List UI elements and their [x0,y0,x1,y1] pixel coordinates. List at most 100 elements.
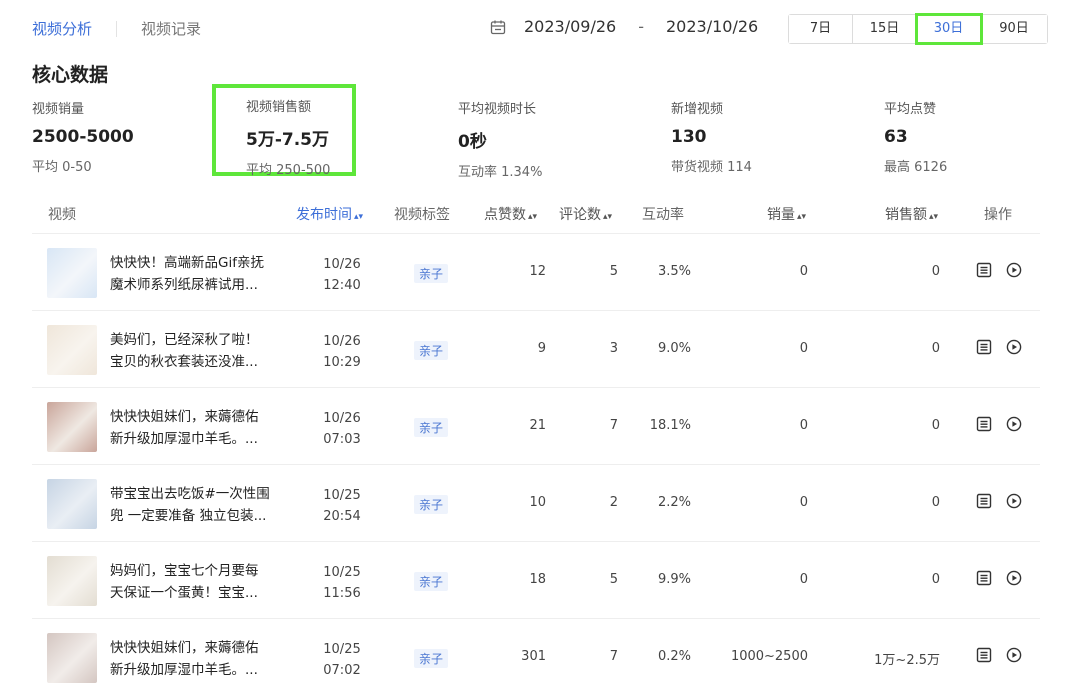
video-title[interactable]: 快快快！高端新品Gif亲抚 魔术师系列纸尿裤试用... [110,252,295,296]
engagement-rate: 3.5% [657,264,691,279]
video-thumbnail[interactable] [47,479,97,529]
col-publish-time-label: 发布时间 [296,207,352,223]
revenue-value: 0 [931,572,940,587]
video-thumbnail[interactable] [47,248,97,298]
video-thumbnail[interactable] [47,402,97,452]
publish-time: 10/25 11:56 [322,562,362,604]
table-row[interactable]: 快快快姐妹们，来薅德佑 新升级加厚湿巾羊毛。... 10/26 07:03 亲子… [32,388,1040,465]
engagement-rate: 0.2% [657,649,691,664]
publish-date: 10/26 [323,334,361,349]
table-row[interactable]: 妈妈们，宝宝七个月要每 天保证一个蛋黄！宝宝... 10/25 11:56 亲子… [32,542,1040,619]
table-row[interactable]: 快快快！高端新品Gif亲抚 魔术师系列纸尿裤试用... 10/26 12:40 … [32,234,1040,311]
range-90d-button[interactable]: 90日 [981,15,1047,43]
sales-value: 1000~2500 [730,649,808,664]
publish-date: 10/25 [323,565,361,580]
top-tabs: 视频分析 视频记录 [32,18,201,39]
metric-label: 视频销售额 [246,100,312,115]
publish-clock: 10:29 [323,355,361,370]
video-title-line1: 快快快！高端新品Gif亲抚 [110,255,264,271]
revenue-value: 0 [931,495,940,510]
range-30d-button[interactable]: 30日 [915,13,983,45]
video-title[interactable]: 妈妈们，宝宝七个月要每 天保证一个蛋黄！宝宝... [110,560,295,604]
range-7d-button[interactable]: 7日 [789,15,853,43]
col-likes[interactable]: 点赞数 ▴▾ [484,204,537,224]
end-date[interactable]: 2023/10/26 [666,17,758,36]
col-publish-time[interactable]: 发布时间 ▴▾ [296,204,363,224]
detail-icon[interactable] [976,416,992,432]
tab-video-records[interactable]: 视频记录 [141,18,201,39]
comments-count: 3 [609,341,618,356]
table-row[interactable]: 美妈们，已经深秋了啦！ 宝贝的秋衣套装还没准... 10/26 10:29 亲子… [32,311,1040,388]
video-thumbnail[interactable] [47,556,97,606]
tab-video-analysis[interactable]: 视频分析 [32,18,92,39]
video-title[interactable]: 快快快姐妹们，来薅德佑 新升级加厚湿巾羊毛。... [110,406,295,450]
video-title-line1: 妈妈们，宝宝七个月要每 [110,563,259,579]
play-icon[interactable] [1006,647,1022,663]
video-title-line2: 魔术师系列纸尿裤试用... [110,277,258,293]
metric-sub: 最高 6126 [884,160,948,175]
video-thumbnail[interactable] [47,633,97,683]
play-icon[interactable] [1006,262,1022,278]
col-revenue-label: 销售额 [885,207,927,223]
detail-icon[interactable] [976,339,992,355]
col-revenue[interactable]: 销售额 ▴▾ [885,204,938,224]
metric-video-sales: 视频销量 2500-5000 平均 0-50 [32,98,134,175]
video-tag: 亲子 [414,264,449,283]
play-icon[interactable] [1006,339,1022,355]
sales-value: 0 [799,341,808,356]
play-icon[interactable] [1006,416,1022,432]
metric-value: 2500-5000 [32,127,134,147]
col-tag: 视频标签 [394,207,450,223]
detail-icon[interactable] [976,570,992,586]
range-15d-button[interactable]: 15日 [853,15,917,43]
sales-value: 0 [799,495,808,510]
row-actions [976,262,1022,278]
engagement-rate: 18.1% [649,418,691,433]
video-title-line2: 天保证一个蛋黄！宝宝... [110,585,258,601]
row-actions [976,339,1022,355]
col-comments[interactable]: 评论数 ▴▾ [559,204,612,224]
col-sales[interactable]: 销量 ▴▾ [767,204,806,224]
video-thumbnail[interactable] [47,325,97,375]
metric-video-revenue: 视频销售额 5万-7.5万 平均 250-500 [212,84,357,178]
table-row[interactable]: 快快快姐妹们，来薅德佑 新升级加厚湿巾羊毛。... 10/25 07:02 亲子… [32,619,1040,694]
col-comments-label: 评论数 [559,207,601,223]
row-actions [976,416,1022,432]
detail-icon[interactable] [976,493,992,509]
metric-new-videos: 新增视频 130 带货视频 114 [671,98,752,175]
video-title-line1: 快快快姐妹们，来薅德佑 [110,409,259,425]
video-title[interactable]: 带宝宝出去吃饭#一次性围 兜 一定要准备 独立包装... [110,483,295,527]
publish-date: 10/26 [323,257,361,272]
play-icon[interactable] [1006,493,1022,509]
metric-value: 5万-7.5万 [246,130,329,150]
table-row[interactable]: 带宝宝出去吃饭#一次性围 兜 一定要准备 独立包装... 10/25 20:54… [32,465,1040,542]
detail-icon[interactable] [976,647,992,663]
video-tag: 亲子 [414,341,449,360]
col-actions: 操作 [984,207,1012,223]
sort-icon: ▴▾ [603,212,613,222]
video-title-line1: 带宝宝出去吃饭#一次性围 [110,486,270,502]
video-title-line1: 美妈们，已经深秋了啦！ [110,332,259,348]
likes-count: 10 [529,495,546,510]
metric-avg-likes: 平均点赞 63 最高 6126 [884,98,947,175]
metric-label: 平均点赞 [884,102,937,117]
start-date[interactable]: 2023/09/26 [524,17,616,36]
video-title-line1: 快快快姐妹们，来薅德佑 [110,640,259,656]
revenue-value: 1万~2.5万 [874,653,940,668]
metric-label: 新增视频 [671,102,724,117]
video-title[interactable]: 美妈们，已经深秋了啦！ 宝贝的秋衣套装还没准... [110,329,295,373]
col-likes-label: 点赞数 [484,207,526,223]
play-icon[interactable] [1006,570,1022,586]
publish-date: 10/25 [323,642,361,657]
date-range-picker[interactable]: 2023/09/26 - 2023/10/26 [490,17,758,36]
engagement-rate: 2.2% [657,495,691,510]
metric-value: 0秒 [458,132,487,152]
metric-label: 平均视频时长 [458,102,537,117]
likes-count: 9 [537,341,546,356]
detail-icon[interactable] [976,262,992,278]
publish-clock: 12:40 [323,278,361,293]
row-actions [976,647,1022,663]
publish-date: 10/25 [323,488,361,503]
sales-value: 0 [799,264,808,279]
video-title[interactable]: 快快快姐妹们，来薅德佑 新升级加厚湿巾羊毛。... [110,637,295,681]
